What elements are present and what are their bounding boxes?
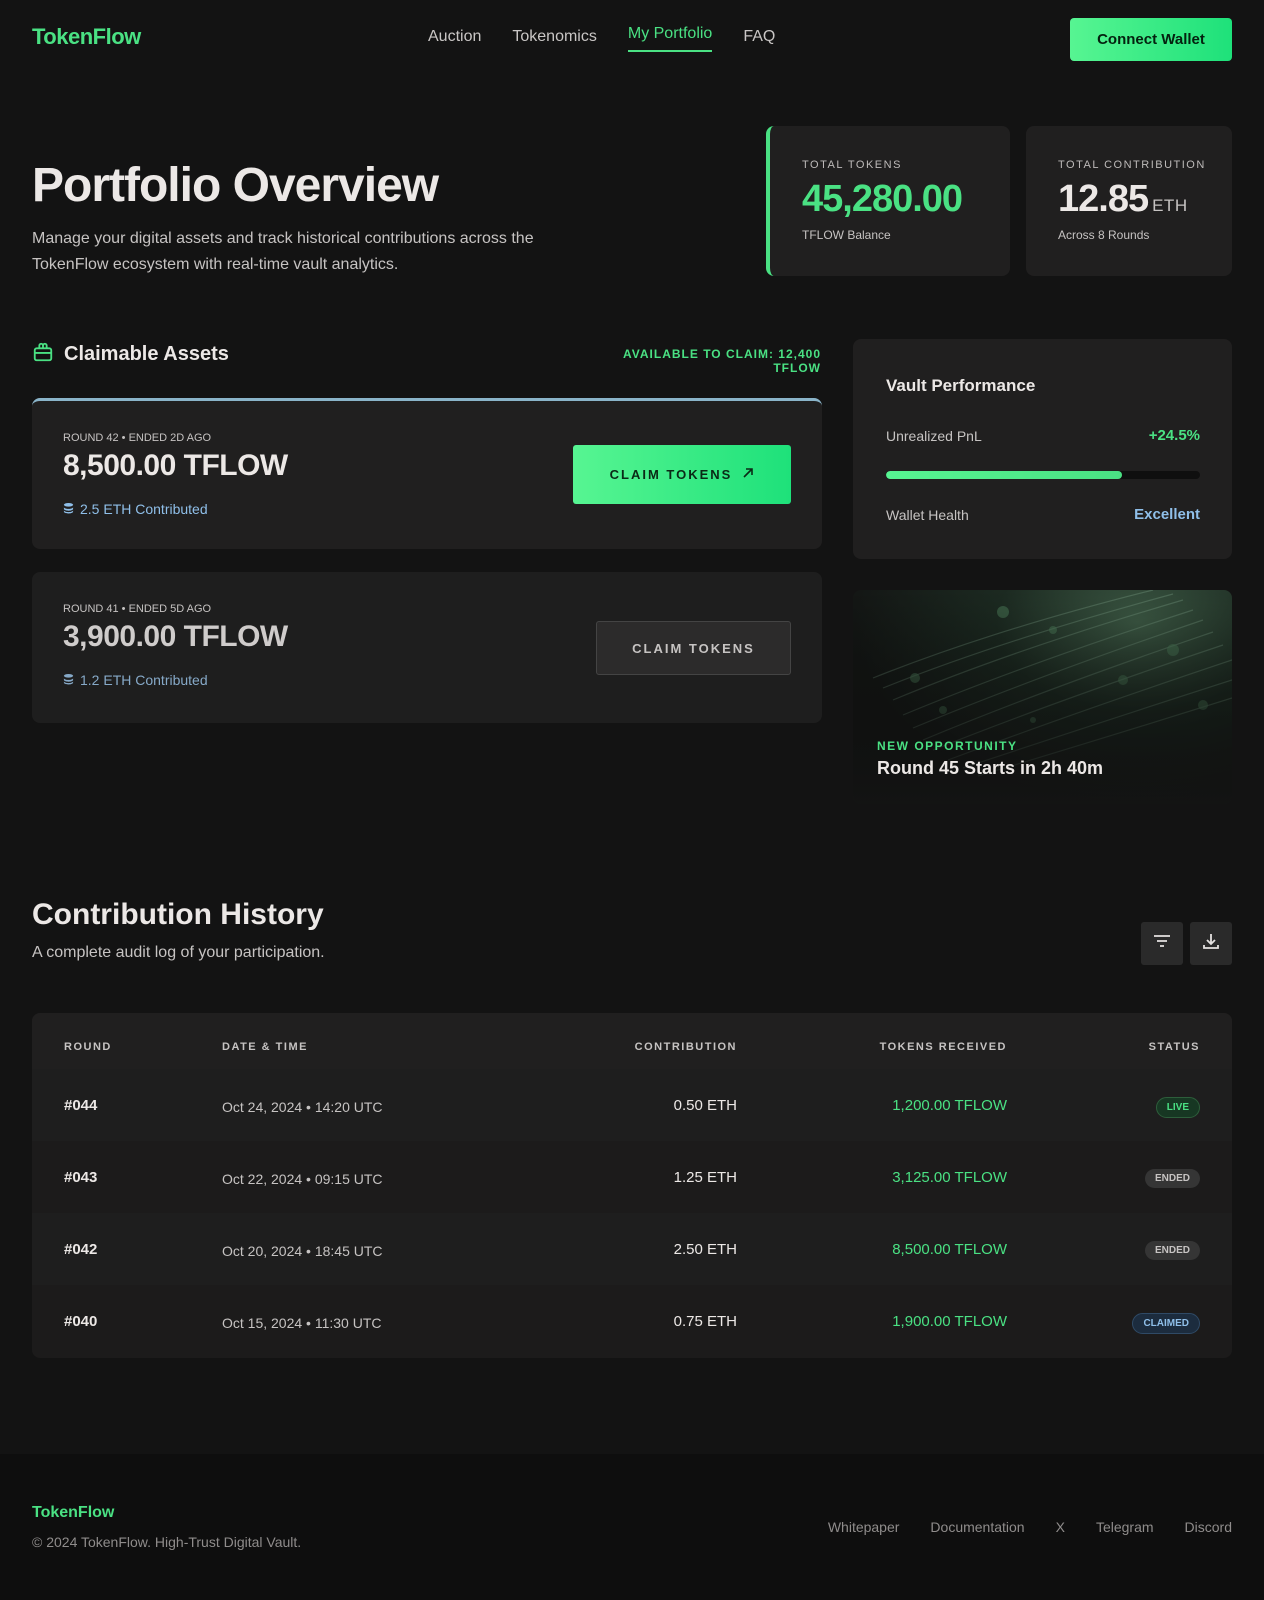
connect-wallet-button[interactable]: Connect Wallet bbox=[1070, 18, 1232, 61]
col-contribution: CONTRIBUTION bbox=[634, 1041, 737, 1053]
cell-contribution: 1.25 ETH bbox=[673, 1169, 737, 1186]
col-date: DATE & TIME bbox=[222, 1041, 308, 1053]
cell-date: Oct 20, 2024 • 18:45 UTC bbox=[222, 1243, 383, 1259]
status-badge: LIVE bbox=[1155, 1097, 1200, 1118]
claim-amount: 8,500.00 TFLOW bbox=[63, 449, 288, 482]
section-title: Claimable Assets bbox=[64, 343, 229, 365]
footer: TokenFlow © 2024 TokenFlow. High-Trust D… bbox=[0, 1454, 1264, 1600]
stat-label: TOTAL CONTRIBUTION bbox=[1058, 159, 1206, 171]
cell-round: #043 bbox=[64, 1169, 98, 1186]
nav-faq[interactable]: FAQ bbox=[743, 28, 775, 52]
vault-title: Vault Performance bbox=[886, 376, 1036, 395]
status-badge: ENDED bbox=[1144, 1169, 1200, 1188]
stat-sub: TFLOW Balance bbox=[802, 228, 891, 242]
footer-link-documentation[interactable]: Documentation bbox=[930, 1519, 1024, 1535]
table-row[interactable]: #044 Oct 24, 2024 • 14:20 UTC 0.50 ETH 1… bbox=[32, 1069, 1232, 1141]
cell-round: #042 bbox=[64, 1241, 98, 1258]
nav-auction[interactable]: Auction bbox=[428, 28, 481, 52]
claim-tokens-button[interactable]: CLAIM TOKENS bbox=[596, 621, 791, 675]
footer-link-telegram[interactable]: Telegram bbox=[1096, 1519, 1154, 1535]
stat-sub: Across 8 Rounds bbox=[1058, 228, 1150, 242]
footer-logo[interactable]: TokenFlow bbox=[32, 1504, 114, 1522]
stat-unit: ETH bbox=[1152, 196, 1188, 215]
download-icon bbox=[1202, 932, 1220, 955]
footer-link-discord[interactable]: Discord bbox=[1185, 1519, 1232, 1535]
footer-copyright: © 2024 TokenFlow. High-Trust Digital Vau… bbox=[32, 1534, 302, 1550]
footer-link-x[interactable]: X bbox=[1056, 1519, 1065, 1535]
promo-label: NEW OPPORTUNITY bbox=[877, 739, 1018, 753]
cell-contribution: 2.50 ETH bbox=[673, 1241, 737, 1258]
claimable-header: Claimable Assets bbox=[32, 341, 229, 368]
footer-links: Whitepaper Documentation X Telegram Disc… bbox=[828, 1519, 1232, 1535]
stat-value: 12.85 ETH bbox=[1058, 178, 1188, 221]
col-status: STATUS bbox=[1148, 1041, 1200, 1053]
page-title: Portfolio Overview bbox=[32, 159, 439, 212]
cell-round: #044 bbox=[64, 1097, 98, 1114]
progress-fill bbox=[886, 471, 1122, 479]
table-row[interactable]: #040 Oct 15, 2024 • 11:30 UTC 0.75 ETH 1… bbox=[32, 1285, 1232, 1357]
table-row[interactable]: #043 Oct 22, 2024 • 09:15 UTC 1.25 ETH 3… bbox=[32, 1141, 1232, 1213]
history-title: Contribution History bbox=[32, 898, 324, 931]
page-description: Manage your digital assets and track his… bbox=[32, 230, 534, 273]
claim-tokens-button[interactable]: CLAIM TOKENS bbox=[573, 445, 791, 504]
contribution-info: 2.5 ETH Contributed bbox=[63, 501, 208, 517]
promo-card[interactable]: NEW OPPORTUNITY Round 45 Starts in 2h 40… bbox=[853, 590, 1232, 804]
contribution-info: 1.2 ETH Contributed bbox=[63, 672, 208, 688]
col-tokens: TOKENS RECEIVED bbox=[879, 1041, 1007, 1053]
contribution-text: 2.5 ETH Contributed bbox=[80, 501, 208, 517]
pnl-label: Unrealized PnL bbox=[886, 428, 982, 444]
promo-title: Round 45 Starts in 2h 40m bbox=[877, 758, 1104, 778]
main-nav: Auction Tokenomics My Portfolio FAQ bbox=[428, 25, 775, 52]
button-label: CLAIM TOKENS bbox=[609, 467, 733, 482]
col-round: ROUND bbox=[64, 1041, 112, 1053]
claim-card: ROUND 42 • ENDED 2D AGO 8,500.00 TFLOW 2… bbox=[32, 398, 822, 549]
filter-button[interactable] bbox=[1141, 922, 1183, 965]
download-button[interactable] bbox=[1190, 922, 1232, 965]
cell-contribution: 0.75 ETH bbox=[673, 1313, 737, 1330]
cell-tokens: 1,200.00 TFLOW bbox=[892, 1097, 1007, 1114]
coins-icon bbox=[63, 501, 74, 517]
cell-tokens: 1,900.00 TFLOW bbox=[892, 1313, 1007, 1330]
stat-value: 45,280.00 bbox=[802, 178, 963, 220]
table-header: ROUND DATE & TIME CONTRIBUTION TOKENS RE… bbox=[32, 1013, 1232, 1069]
coins-icon bbox=[63, 672, 74, 688]
nav-my-portfolio[interactable]: My Portfolio bbox=[627, 25, 713, 52]
cell-date: Oct 22, 2024 • 09:15 UTC bbox=[222, 1171, 383, 1187]
cell-date: Oct 15, 2024 • 11:30 UTC bbox=[222, 1315, 382, 1331]
available-to-claim: AVAILABLE TO CLAIM: 12,400 TFLOW bbox=[622, 347, 821, 375]
cell-contribution: 0.50 ETH bbox=[673, 1097, 737, 1114]
total-tokens-card: TOTAL TOKENS 45,280.00 TFLOW Balance bbox=[766, 126, 1010, 276]
claim-card: ROUND 41 • ENDED 5D AGO 3,900.00 TFLOW 1… bbox=[32, 572, 822, 723]
history-description: A complete audit log of your participati… bbox=[32, 944, 325, 961]
status-badge: ENDED bbox=[1144, 1241, 1200, 1260]
gift-icon bbox=[32, 341, 54, 368]
table-row[interactable]: #042 Oct 20, 2024 • 18:45 UTC 2.50 ETH 8… bbox=[32, 1213, 1232, 1285]
claim-amount: 3,900.00 TFLOW bbox=[63, 620, 288, 653]
filter-icon bbox=[1153, 934, 1171, 953]
cell-round: #040 bbox=[64, 1313, 98, 1330]
stat-label: TOTAL TOKENS bbox=[802, 159, 902, 171]
pnl-progress-bar bbox=[886, 471, 1200, 479]
health-value: Excellent bbox=[1134, 506, 1200, 523]
round-meta: ROUND 41 • ENDED 5D AGO bbox=[63, 603, 212, 615]
brand-logo[interactable]: TokenFlow bbox=[32, 24, 141, 50]
arrow-up-right-icon bbox=[742, 467, 754, 482]
stat-number: 12.85 bbox=[1058, 178, 1149, 220]
contribution-text: 1.2 ETH Contributed bbox=[80, 672, 208, 688]
contribution-table: ROUND DATE & TIME CONTRIBUTION TOKENS RE… bbox=[32, 1013, 1232, 1358]
nav-tokenomics[interactable]: Tokenomics bbox=[512, 28, 596, 52]
cell-tokens: 3,125.00 TFLOW bbox=[892, 1169, 1007, 1186]
total-contribution-card: TOTAL CONTRIBUTION 12.85 ETH Across 8 Rou… bbox=[1026, 126, 1232, 276]
status-badge: CLAIMED bbox=[1132, 1313, 1200, 1334]
cell-date: Oct 24, 2024 • 14:20 UTC bbox=[222, 1099, 383, 1115]
footer-link-whitepaper[interactable]: Whitepaper bbox=[828, 1519, 900, 1535]
table-body: #044 Oct 24, 2024 • 14:20 UTC 0.50 ETH 1… bbox=[32, 1069, 1232, 1358]
pnl-value: +24.5% bbox=[1148, 427, 1200, 444]
health-label: Wallet Health bbox=[886, 507, 969, 523]
round-meta: ROUND 42 • ENDED 2D AGO bbox=[63, 432, 212, 444]
vault-performance-card: Vault Performance Unrealized PnL +24.5% … bbox=[853, 339, 1232, 559]
cell-tokens: 8,500.00 TFLOW bbox=[892, 1241, 1007, 1258]
